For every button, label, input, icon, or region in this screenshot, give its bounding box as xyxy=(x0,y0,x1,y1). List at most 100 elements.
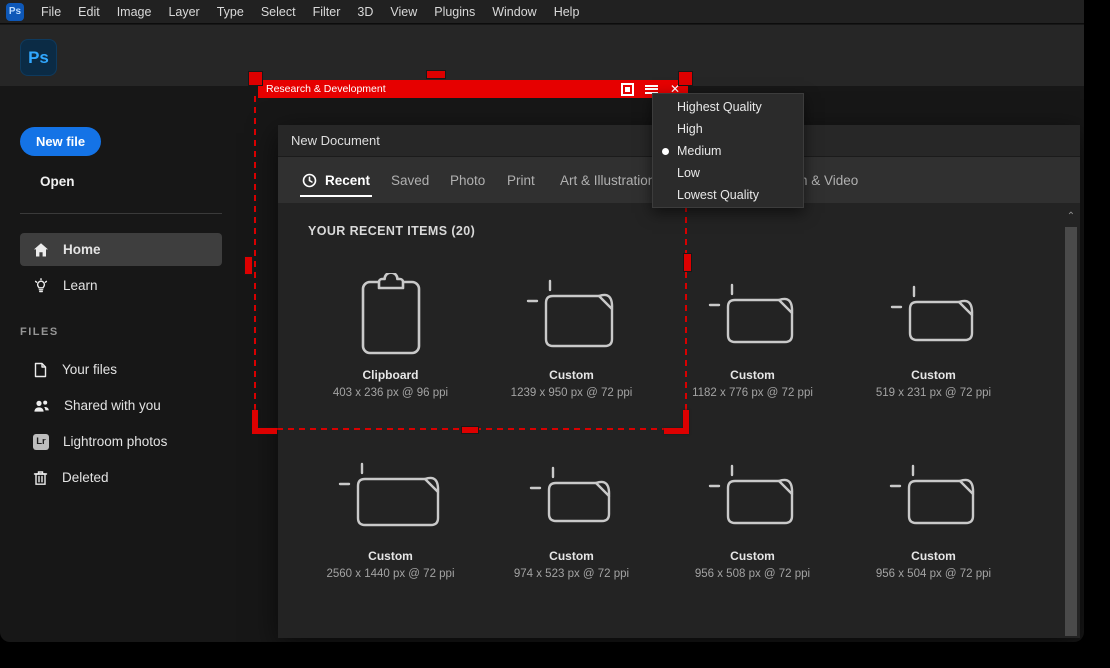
resize-handle-top-middle[interactable] xyxy=(427,71,445,78)
menu-item-label: Low xyxy=(677,166,700,180)
resize-handle-mid-right[interactable] xyxy=(684,254,691,271)
ps-app-icon: Ps xyxy=(6,3,24,21)
dialog-title: New Document xyxy=(291,133,380,148)
people-icon xyxy=(33,398,50,414)
doc-dims: 956 x 508 px @ 72 ppi xyxy=(695,568,810,580)
menu-item-high[interactable]: High xyxy=(653,118,803,140)
doc-name: Custom xyxy=(730,549,775,563)
sidebar-item-home[interactable]: Home xyxy=(20,233,222,266)
capture-title: Research & Development xyxy=(266,83,621,95)
doc-name: Custom xyxy=(911,368,956,382)
menu-window[interactable]: Window xyxy=(492,5,536,19)
doc-dims: 519 x 231 px @ 72 ppi xyxy=(876,387,991,399)
sidebar-item-shared[interactable]: Shared with you xyxy=(20,389,222,422)
sidebar-item-label: Learn xyxy=(63,278,98,293)
menu-help[interactable]: Help xyxy=(554,5,580,19)
clipboard-icon xyxy=(361,262,421,366)
menu-item-highest-quality[interactable]: Highest Quality xyxy=(653,96,803,118)
menu-file[interactable]: File xyxy=(41,5,61,19)
recent-item-custom[interactable]: Custom 519 x 231 px @ 72 ppi xyxy=(843,262,1024,399)
sidebar-item-deleted[interactable]: Deleted xyxy=(20,461,222,494)
dialog-scrollbar[interactable]: ⌃ xyxy=(1064,207,1078,636)
menu-type[interactable]: Type xyxy=(217,5,244,19)
photoshop-logo: Ps xyxy=(20,39,57,76)
new-file-button[interactable]: New file xyxy=(20,127,101,156)
doc-dims: 974 x 523 px @ 72 ppi xyxy=(514,568,629,580)
menu-plugins[interactable]: Plugins xyxy=(434,5,475,19)
tab-art-illustration[interactable]: Art & Illustration xyxy=(560,157,655,203)
custom-doc-icon xyxy=(887,443,981,547)
custom-doc-icon xyxy=(527,443,617,547)
menu-item-label: Highest Quality xyxy=(677,100,762,114)
stop-record-icon[interactable] xyxy=(621,83,634,96)
recent-items-row-1: Clipboard 403 x 236 px @ 96 ppi Custom 1… xyxy=(300,262,1024,399)
resize-handle-mid-left[interactable] xyxy=(245,257,252,274)
sidebar-item-your-files[interactable]: Your files xyxy=(20,353,222,386)
tab-recent[interactable]: Recent xyxy=(302,157,370,203)
recent-item-custom[interactable]: Custom 2560 x 1440 px @ 72 ppi xyxy=(300,443,481,580)
recent-item-custom[interactable]: Custom 974 x 523 px @ 72 ppi xyxy=(481,443,662,580)
doc-name: Clipboard xyxy=(363,368,419,382)
selected-bullet-icon xyxy=(662,148,669,155)
custom-doc-icon xyxy=(706,443,800,547)
quality-dropdown-menu: Highest Quality High Medium Low Lowest Q… xyxy=(652,93,804,208)
file-icon xyxy=(33,362,48,378)
scrollbar-thumb[interactable] xyxy=(1065,227,1077,636)
tab-print[interactable]: Print xyxy=(507,157,535,203)
menu-item-label: Lowest Quality xyxy=(677,188,759,202)
doc-name: Custom xyxy=(368,549,413,563)
doc-name: Custom xyxy=(549,368,594,382)
recent-items-row-2: Custom 2560 x 1440 px @ 72 ppi Custom 97… xyxy=(300,443,1024,580)
resize-handle-bottom-left[interactable] xyxy=(252,410,277,434)
open-button[interactable]: Open xyxy=(40,174,75,189)
menu-view[interactable]: View xyxy=(390,5,417,19)
custom-doc-icon xyxy=(706,262,800,366)
doc-name: Custom xyxy=(911,549,956,563)
resize-handle-top-left[interactable] xyxy=(249,72,262,85)
tab-saved[interactable]: Saved xyxy=(391,157,429,203)
recent-item-custom[interactable]: Custom 956 x 504 px @ 72 ppi xyxy=(843,443,1024,580)
custom-doc-icon xyxy=(524,262,620,366)
sidebar-item-learn[interactable]: Learn xyxy=(20,269,222,302)
resize-handle-bottom-right[interactable] xyxy=(664,410,689,434)
resize-handle-top-right[interactable] xyxy=(679,72,692,85)
section-title: YOUR RECENT ITEMS (20) xyxy=(308,224,475,238)
doc-dims: 1239 x 950 px @ 72 ppi xyxy=(511,387,633,399)
files-section-header: FILES xyxy=(20,326,59,338)
clock-icon xyxy=(302,173,317,188)
doc-name: Custom xyxy=(549,549,594,563)
menu-item-low[interactable]: Low xyxy=(653,162,803,184)
menu-item-label: High xyxy=(677,122,703,136)
menu-select[interactable]: Select xyxy=(261,5,296,19)
menu-item-lowest-quality[interactable]: Lowest Quality xyxy=(653,184,803,206)
menu-item-medium[interactable]: Medium xyxy=(653,140,803,162)
menu-3d[interactable]: 3D xyxy=(357,5,373,19)
sidebar-item-label: Shared with you xyxy=(64,398,161,413)
lightbulb-icon xyxy=(33,278,49,294)
sidebar-item-label: Deleted xyxy=(62,470,109,485)
menu-image[interactable]: Image xyxy=(117,5,152,19)
resize-handle-bottom-middle[interactable] xyxy=(462,427,478,433)
doc-dims: 956 x 504 px @ 72 ppi xyxy=(876,568,991,580)
recent-item-clipboard[interactable]: Clipboard 403 x 236 px @ 96 ppi xyxy=(300,262,481,399)
custom-doc-icon xyxy=(336,443,446,547)
recent-item-custom[interactable]: Custom 1239 x 950 px @ 72 ppi xyxy=(481,262,662,399)
sidebar-item-lightroom[interactable]: Lr Lightroom photos xyxy=(20,425,222,458)
tab-photo[interactable]: Photo xyxy=(450,157,485,203)
lightroom-icon: Lr xyxy=(33,434,49,450)
tab-label: Recent xyxy=(325,173,370,188)
menu-filter[interactable]: Filter xyxy=(313,5,341,19)
menu-edit[interactable]: Edit xyxy=(78,5,100,19)
sidebar-item-label: Your files xyxy=(62,362,117,377)
recent-item-custom[interactable]: Custom 956 x 508 px @ 72 ppi xyxy=(662,443,843,580)
capture-titlebar[interactable]: Research & Development ✕ xyxy=(258,80,688,98)
trash-icon xyxy=(33,470,48,486)
tab-label: Saved xyxy=(391,173,429,188)
doc-dims: 1182 x 776 px @ 72 ppi xyxy=(692,387,813,399)
sidebar-item-label: Home xyxy=(63,242,101,257)
menu-layer[interactable]: Layer xyxy=(168,5,199,19)
menu-bar: Ps File Edit Image Layer Type Select Fil… xyxy=(0,0,1084,24)
scroll-up-arrow[interactable]: ⌃ xyxy=(1064,209,1078,225)
recent-item-custom[interactable]: Custom 1182 x 776 px @ 72 ppi xyxy=(662,262,843,399)
menu-item-label: Medium xyxy=(677,144,721,158)
